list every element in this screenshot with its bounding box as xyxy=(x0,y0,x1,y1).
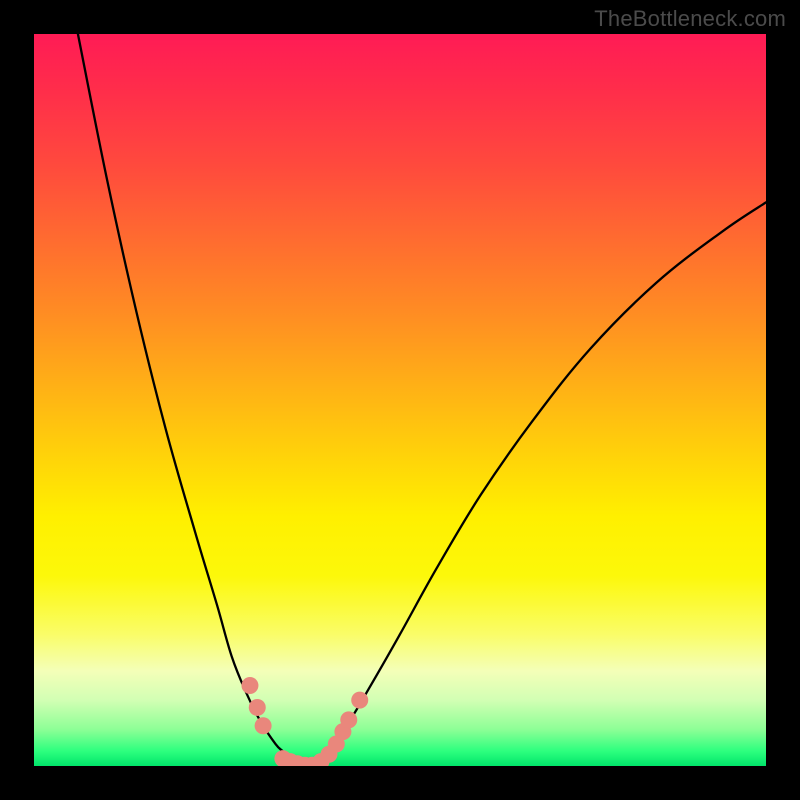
marker-dots xyxy=(241,677,368,766)
watermark-text: TheBottleneck.com xyxy=(594,6,786,32)
marker-dot xyxy=(340,711,357,728)
marker-dot xyxy=(249,699,266,716)
marker-dot xyxy=(255,717,272,734)
left-curve xyxy=(78,34,298,766)
chart-frame: TheBottleneck.com xyxy=(0,0,800,800)
right-curve xyxy=(312,202,766,766)
marker-dot xyxy=(351,692,368,709)
plot-area xyxy=(34,34,766,766)
marker-dot xyxy=(241,677,258,694)
curves-svg xyxy=(34,34,766,766)
